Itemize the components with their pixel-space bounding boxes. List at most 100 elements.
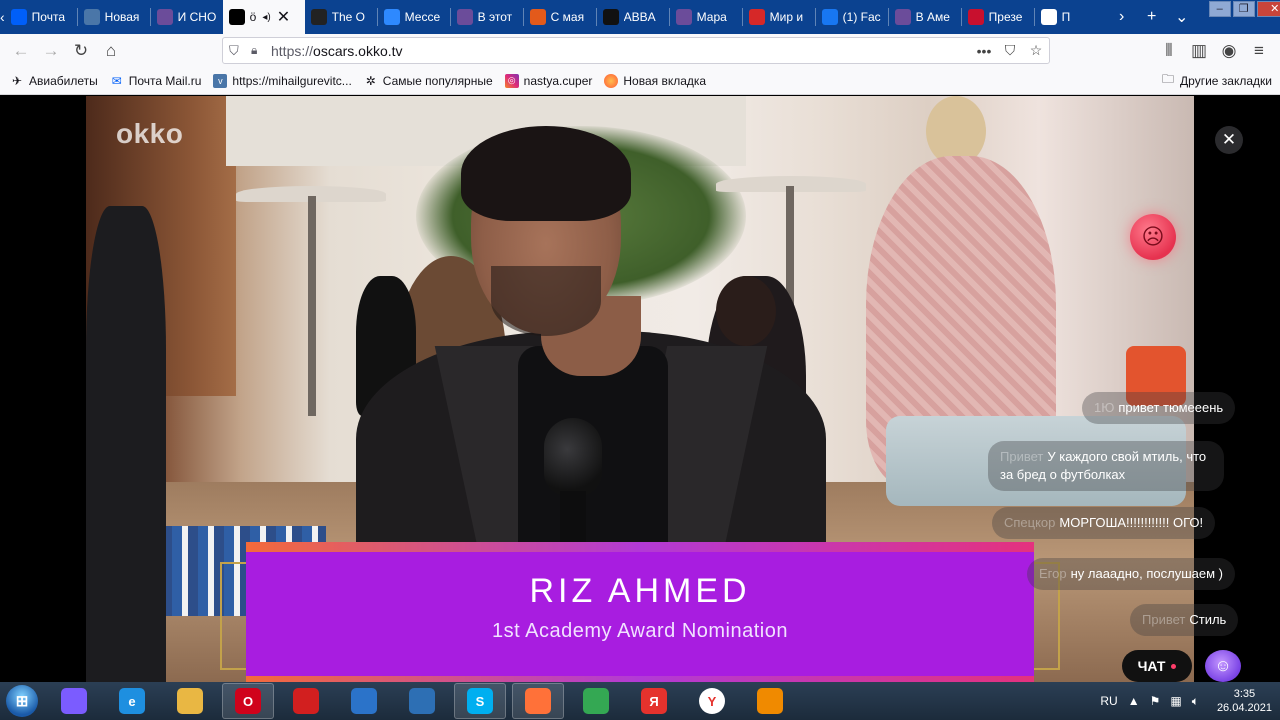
- clock-date: 26.04.2021: [1216, 702, 1272, 714]
- tab-bar: ‹ Почта Новая И СНО ö ◂) ✕ The O Мессе В этот С м…: [0, 0, 1280, 34]
- tray-arrow-icon[interactable]: ▲: [1128, 694, 1140, 708]
- browser-tab[interactable]: (1) Fac: [816, 0, 888, 34]
- back-button[interactable]: ←: [6, 36, 36, 66]
- browser-tab[interactable]: Мара: [670, 0, 742, 34]
- window-controls: – ❐ ✕: [1207, 0, 1280, 34]
- network-icon[interactable]: ▦: [1170, 694, 1181, 708]
- browser-tab[interactable]: И СНО: [151, 0, 223, 34]
- tab-label: Мир и: [769, 10, 804, 24]
- home-button[interactable]: ⌂: [96, 36, 126, 66]
- video-frame[interactable]: okko RIZ AHMED 1st Academy Award Nominat…: [86, 96, 1194, 682]
- close-window-button[interactable]: ✕: [1256, 1, 1280, 17]
- browser-tab[interactable]: The O: [305, 0, 377, 34]
- lower-third-panel: [246, 552, 1034, 678]
- clock[interactable]: 3:35 26.04.2021: [1217, 687, 1272, 715]
- maximize-button[interactable]: ❐: [1232, 1, 1255, 17]
- wikipedia-icon: [1040, 9, 1057, 25]
- new-tab-button[interactable]: +: [1137, 0, 1167, 34]
- url-bar[interactable]: ⛉ 🔒︎ https://oscars.okko.tv ••• ⛉ ☆: [222, 37, 1050, 64]
- tnt-icon: [529, 9, 546, 25]
- bookmark-vk[interactable]: v https://mihailgurevitc...: [213, 73, 352, 88]
- bookmark-star-icon[interactable]: ☆: [1023, 42, 1049, 59]
- flag-icon[interactable]: ⚑: [1150, 694, 1161, 708]
- speaker-icon[interactable]: ◂): [262, 12, 270, 23]
- star-icon: [602, 9, 619, 25]
- system-tray: RU ▲ ⚑ ▦ 🔈︎ 3:35 26.04.2021: [1100, 682, 1280, 720]
- windows-taskbar: ⊞ e O S Я Y RU ▲ ⚑ ▦ 🔈︎ 3:35 26.04.2021: [0, 682, 1280, 720]
- page-actions-icon[interactable]: •••: [971, 43, 997, 59]
- browser-tab[interactable]: Презе: [962, 0, 1034, 34]
- browser-tab[interactable]: В этот: [451, 0, 523, 34]
- taskbar-app[interactable]: e: [106, 683, 158, 719]
- m-icon: [967, 9, 984, 25]
- abc-icon: [310, 9, 327, 25]
- folder-icon: [177, 688, 203, 714]
- browser-tab[interactable]: В Аме: [889, 0, 961, 34]
- interviewee-beard: [491, 266, 601, 336]
- browser-tab[interactable]: ABBA: [597, 0, 669, 34]
- close-tab-icon[interactable]: ✕: [277, 7, 290, 27]
- list-all-tabs-button[interactable]: ⌄: [1167, 0, 1197, 34]
- chat-button[interactable]: ЧАТ: [1122, 650, 1192, 682]
- tab-strip: Почта Новая И СНО ö ◂) ✕ The O Мессе В этот С мая…: [5, 0, 1107, 34]
- microphone: [544, 418, 602, 496]
- taskbar-app[interactable]: [338, 683, 390, 719]
- clock-time: 3:35: [1233, 688, 1256, 700]
- language-indicator[interactable]: RU: [1100, 694, 1117, 708]
- start-button[interactable]: ⊞: [0, 682, 44, 720]
- browser-tab[interactable]: Новая: [78, 0, 150, 34]
- lock-icon[interactable]: 🔒︎: [251, 43, 271, 58]
- taskbar-app[interactable]: [512, 683, 564, 719]
- bookmark-aviabilety[interactable]: ✈ Авиабилеты: [10, 74, 98, 88]
- taskbar-app[interactable]: [164, 683, 216, 719]
- opera-icon: O: [235, 688, 261, 714]
- ie-icon: e: [119, 688, 145, 714]
- library-icon[interactable]: ⫴: [1154, 36, 1184, 66]
- bookmark-other-folder[interactable]: 🗀 Другие закладки: [1161, 72, 1272, 88]
- background-heater-pole: [308, 196, 316, 416]
- url-text[interactable]: https://oscars.okko.tv: [271, 43, 403, 59]
- bookmark-new-tab[interactable]: Новая вкладка: [604, 73, 706, 88]
- volume-icon[interactable]: 🔈︎: [1192, 694, 1199, 709]
- taskbar-app[interactable]: [396, 683, 448, 719]
- taskbar-app[interactable]: S: [454, 683, 506, 719]
- taskbar-app[interactable]: [280, 683, 332, 719]
- firefox-icon: [525, 688, 551, 714]
- browser-tab[interactable]: ö ◂) ✕: [222, 0, 305, 34]
- browser-tab[interactable]: С мая: [524, 0, 596, 34]
- tab-label: Презе: [988, 10, 1023, 24]
- pocket-icon[interactable]: ⛉: [997, 42, 1023, 59]
- taskbar-app[interactable]: [744, 683, 796, 719]
- avatar-icon: [156, 9, 173, 25]
- minimize-button[interactable]: –: [1208, 1, 1231, 17]
- bookmark-instagram[interactable]: ◎ nastya.cuper: [504, 73, 592, 88]
- browser-tab[interactable]: Мессе: [378, 0, 450, 34]
- tracking-protection-icon[interactable]: ⛉: [229, 43, 251, 59]
- vk-icon: v: [213, 73, 228, 88]
- taskbar-app[interactable]: Я: [628, 683, 680, 719]
- tab-label: Новая: [104, 10, 140, 24]
- taskbar-app[interactable]: [570, 683, 622, 719]
- taskbar-app[interactable]: O: [222, 683, 274, 719]
- bookmark-popular[interactable]: ✲ Самые популярные: [364, 74, 493, 88]
- browser-tab[interactable]: Почта: [5, 0, 77, 34]
- tab-scroll-right-button[interactable]: ›: [1107, 0, 1137, 34]
- forward-button[interactable]: →: [36, 36, 66, 66]
- bookmark-mail[interactable]: ✉ Почта Mail.ru: [110, 74, 202, 88]
- reload-button[interactable]: ↻: [66, 36, 96, 66]
- taskbar-app[interactable]: Y: [686, 683, 738, 719]
- red-icon: [748, 9, 765, 25]
- wbc-icon: [351, 688, 377, 714]
- tab-label: Мессе: [404, 10, 441, 24]
- menu-icon[interactable]: ≡: [1244, 36, 1274, 66]
- background-person: [86, 206, 166, 682]
- bookmarks-bar: ✈ Авиабилеты ✉ Почта Mail.ru v https://miha…: [0, 67, 1280, 95]
- browser-tab[interactable]: Мир и: [743, 0, 815, 34]
- tab-label: Мара: [696, 10, 727, 24]
- close-player-button[interactable]: ✕: [1215, 126, 1243, 154]
- emoji-reaction-button[interactable]: ☺: [1205, 650, 1241, 682]
- taskbar-app[interactable]: [48, 683, 100, 719]
- account-icon[interactable]: ◉: [1214, 36, 1244, 66]
- browser-tab[interactable]: П: [1035, 0, 1107, 34]
- sidebar-icon[interactable]: ▥: [1184, 36, 1214, 66]
